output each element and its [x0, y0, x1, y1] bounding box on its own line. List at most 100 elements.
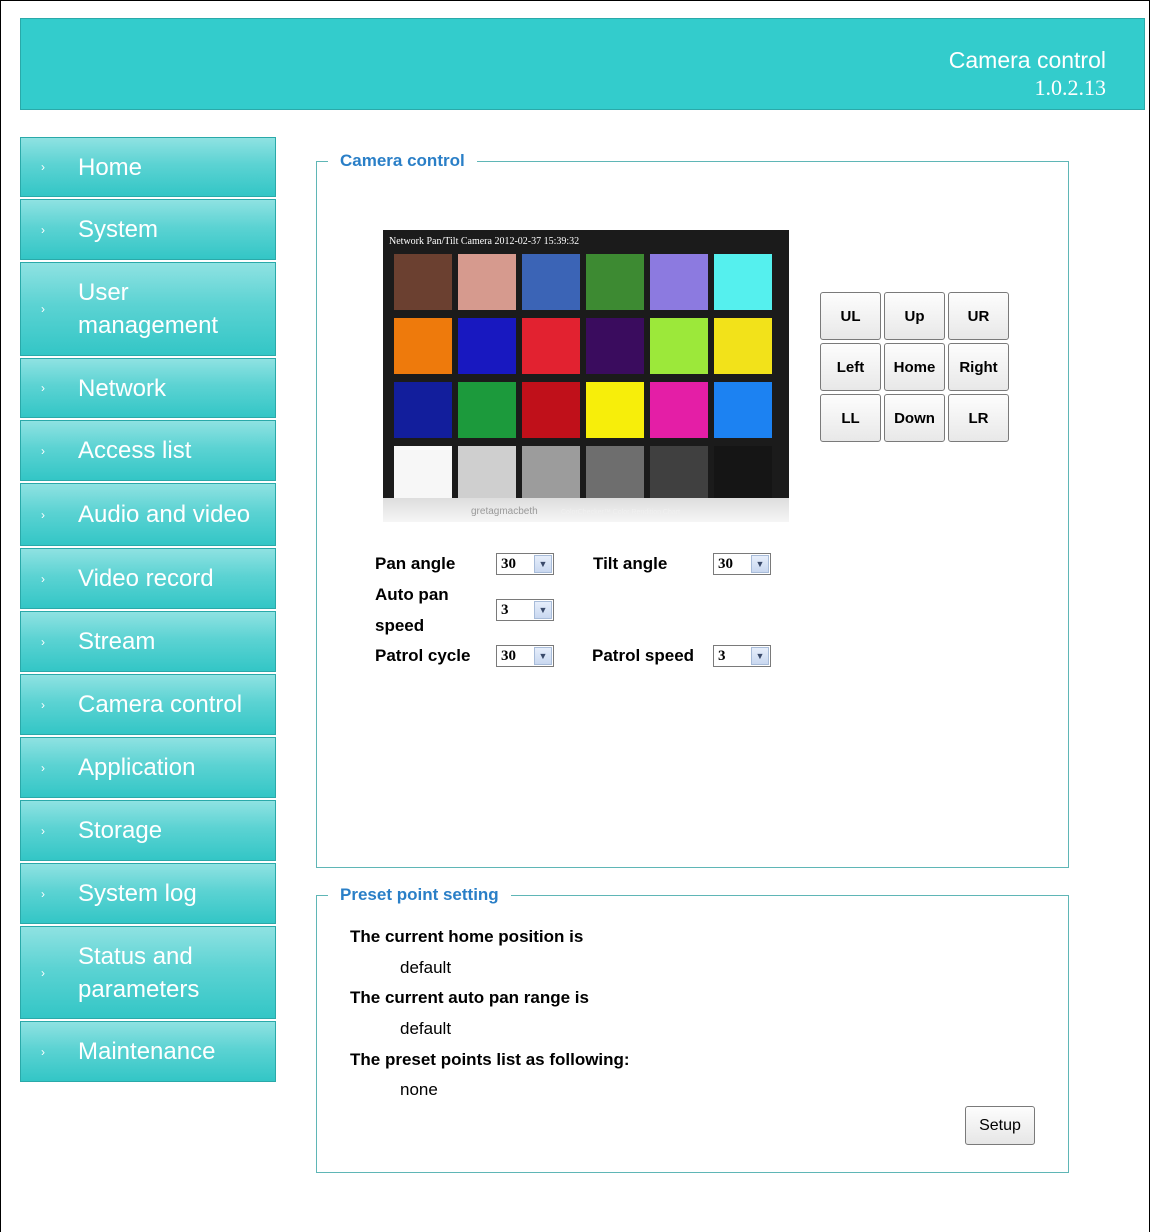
chevron-right-icon: ›: [41, 160, 45, 174]
sidebar-item-label: Status and parameters: [78, 942, 200, 1003]
color-swatch: [458, 318, 516, 374]
chart-title-text: ColorChecker™ Color Rendition Chart: [561, 509, 681, 516]
color-swatch: [650, 382, 708, 438]
color-swatch: [458, 382, 516, 438]
sidebar-item-user-management[interactable]: › User management: [20, 262, 276, 356]
color-swatch: [586, 318, 644, 374]
auto-pan-speed-value: 3: [501, 602, 509, 618]
sidebar-item-network[interactable]: › Network: [20, 358, 276, 418]
color-swatch: [714, 382, 772, 438]
color-swatch: [586, 254, 644, 310]
patrol-speed-label: Patrol speed: [592, 646, 695, 665]
tilt-angle-select[interactable]: 30 ▼: [713, 553, 771, 575]
home-position-value: default: [400, 958, 452, 977]
patrol-speed-select[interactable]: 3 ▼: [713, 645, 771, 667]
chevron-down-icon: ▼: [534, 555, 552, 573]
sidebar-item-application[interactable]: › Application: [20, 737, 276, 798]
sidebar-item-video-record[interactable]: › Video record: [20, 548, 276, 609]
chevron-right-icon: ›: [41, 965, 45, 980]
sidebar-item-label: Access list: [78, 437, 192, 464]
ptz-left-button[interactable]: Left: [820, 343, 881, 391]
tilt-angle-label: Tilt angle: [593, 554, 668, 573]
sidebar-item-label: Maintenance: [78, 1038, 216, 1065]
color-swatch: [586, 382, 644, 438]
chevron-right-icon: ›: [41, 1044, 45, 1059]
header-banner: Camera control 1.0.2.13: [20, 18, 1145, 110]
chevron-right-icon: ›: [41, 571, 45, 586]
ptz-up-left-button[interactable]: UL: [820, 292, 881, 340]
setup-button[interactable]: Setup: [965, 1106, 1035, 1145]
sidebar-item-access-list[interactable]: › Access list: [20, 420, 276, 481]
chevron-down-icon: ▼: [751, 555, 769, 573]
sidebar-item-home[interactable]: › Home: [20, 137, 276, 197]
color-swatch: [458, 446, 516, 502]
sidebar-item-system[interactable]: › System: [20, 199, 276, 260]
ptz-home-button[interactable]: Home: [884, 343, 945, 391]
chevron-right-icon: ›: [41, 443, 45, 458]
sidebar-item-status-and-parameters[interactable]: › Status and parameters: [20, 926, 276, 1019]
pan-angle-label: Pan angle: [375, 554, 456, 573]
pan-angle-value: 30: [501, 556, 516, 572]
chevron-right-icon: ›: [41, 886, 45, 901]
ptz-up-right-button[interactable]: UR: [948, 292, 1009, 340]
color-swatch: [394, 254, 452, 310]
ptz-down-button[interactable]: Down: [884, 394, 945, 442]
ptz-low-right-button[interactable]: LR: [948, 394, 1009, 442]
color-swatch: [586, 446, 644, 502]
camera-live-view: gretagmacbeth ColorChecker™ Color Rendit…: [383, 230, 789, 522]
chevron-down-icon: ▼: [751, 647, 769, 665]
auto-pan-speed-label: Auto pan: [375, 585, 449, 604]
ptz-up-button[interactable]: Up: [884, 292, 945, 340]
color-swatch: [394, 446, 452, 502]
color-swatch: [650, 318, 708, 374]
chevron-right-icon: ›: [41, 222, 45, 237]
sidebar-item-storage[interactable]: › Storage: [20, 800, 276, 861]
sidebar-item-label: Home: [78, 153, 143, 181]
sidebar-item-stream[interactable]: › Stream: [20, 611, 276, 672]
sidebar-item-system-log[interactable]: › System log: [20, 863, 276, 924]
color-swatch: [394, 382, 452, 438]
camera-control-legend: Camera control: [328, 151, 477, 171]
auto-pan-range-value: default: [400, 1019, 452, 1038]
color-swatch: [714, 254, 772, 310]
sidebar-item-label: Camera control: [78, 691, 243, 718]
preset-list-label: The preset points list as following:: [350, 1050, 630, 1069]
patrol-speed-value: 3: [718, 648, 726, 664]
color-swatch: [394, 318, 452, 374]
sidebar-item-label: Audio and video: [78, 501, 251, 528]
chevron-right-icon: ›: [41, 760, 45, 775]
chevron-right-icon: ›: [41, 507, 45, 522]
patrol-cycle-select[interactable]: 30 ▼: [496, 645, 554, 667]
pan-angle-select[interactable]: 30 ▼: [496, 553, 554, 575]
chevron-right-icon: ›: [41, 302, 45, 316]
color-swatch: [522, 446, 580, 502]
chevron-right-icon: ›: [41, 634, 45, 649]
patrol-cycle-label: Patrol cycle: [375, 646, 471, 665]
auto-pan-speed-label-cont: speed: [375, 616, 425, 635]
patrol-cycle-value: 30: [501, 648, 516, 664]
ptz-right-button[interactable]: Right: [948, 343, 1009, 391]
color-swatch: [522, 254, 580, 310]
ptz-low-left-button[interactable]: LL: [820, 394, 881, 442]
preset-point-legend: Preset point setting: [328, 885, 511, 905]
chevron-right-icon: ›: [41, 381, 45, 395]
color-swatch: [650, 446, 708, 502]
auto-pan-speed-select[interactable]: 3 ▼: [496, 599, 554, 621]
chart-brand-text: gretagmacbeth: [471, 506, 538, 517]
sidebar-item-camera-control[interactable]: › Camera control: [20, 674, 276, 735]
chevron-down-icon: ▼: [534, 647, 552, 665]
color-swatch: [714, 446, 772, 502]
sidebar-nav: › Home › System › User management › Netw…: [20, 137, 276, 1084]
sidebar-item-audio-and-video[interactable]: › Audio and video: [20, 483, 276, 546]
color-swatch: [650, 254, 708, 310]
firmware-version: 1.0.2.13: [1034, 75, 1107, 100]
auto-pan-range-label: The current auto pan range is: [350, 988, 589, 1007]
sidebar-item-maintenance[interactable]: › Maintenance: [20, 1021, 276, 1082]
page-title: Camera control: [948, 47, 1106, 73]
preset-list-value: none: [400, 1080, 438, 1099]
sidebar-item-label: User management: [78, 279, 219, 339]
color-swatch: [714, 318, 772, 374]
color-swatch: [522, 382, 580, 438]
chevron-right-icon: ›: [41, 697, 45, 712]
sidebar-item-label: Video record: [78, 565, 214, 592]
